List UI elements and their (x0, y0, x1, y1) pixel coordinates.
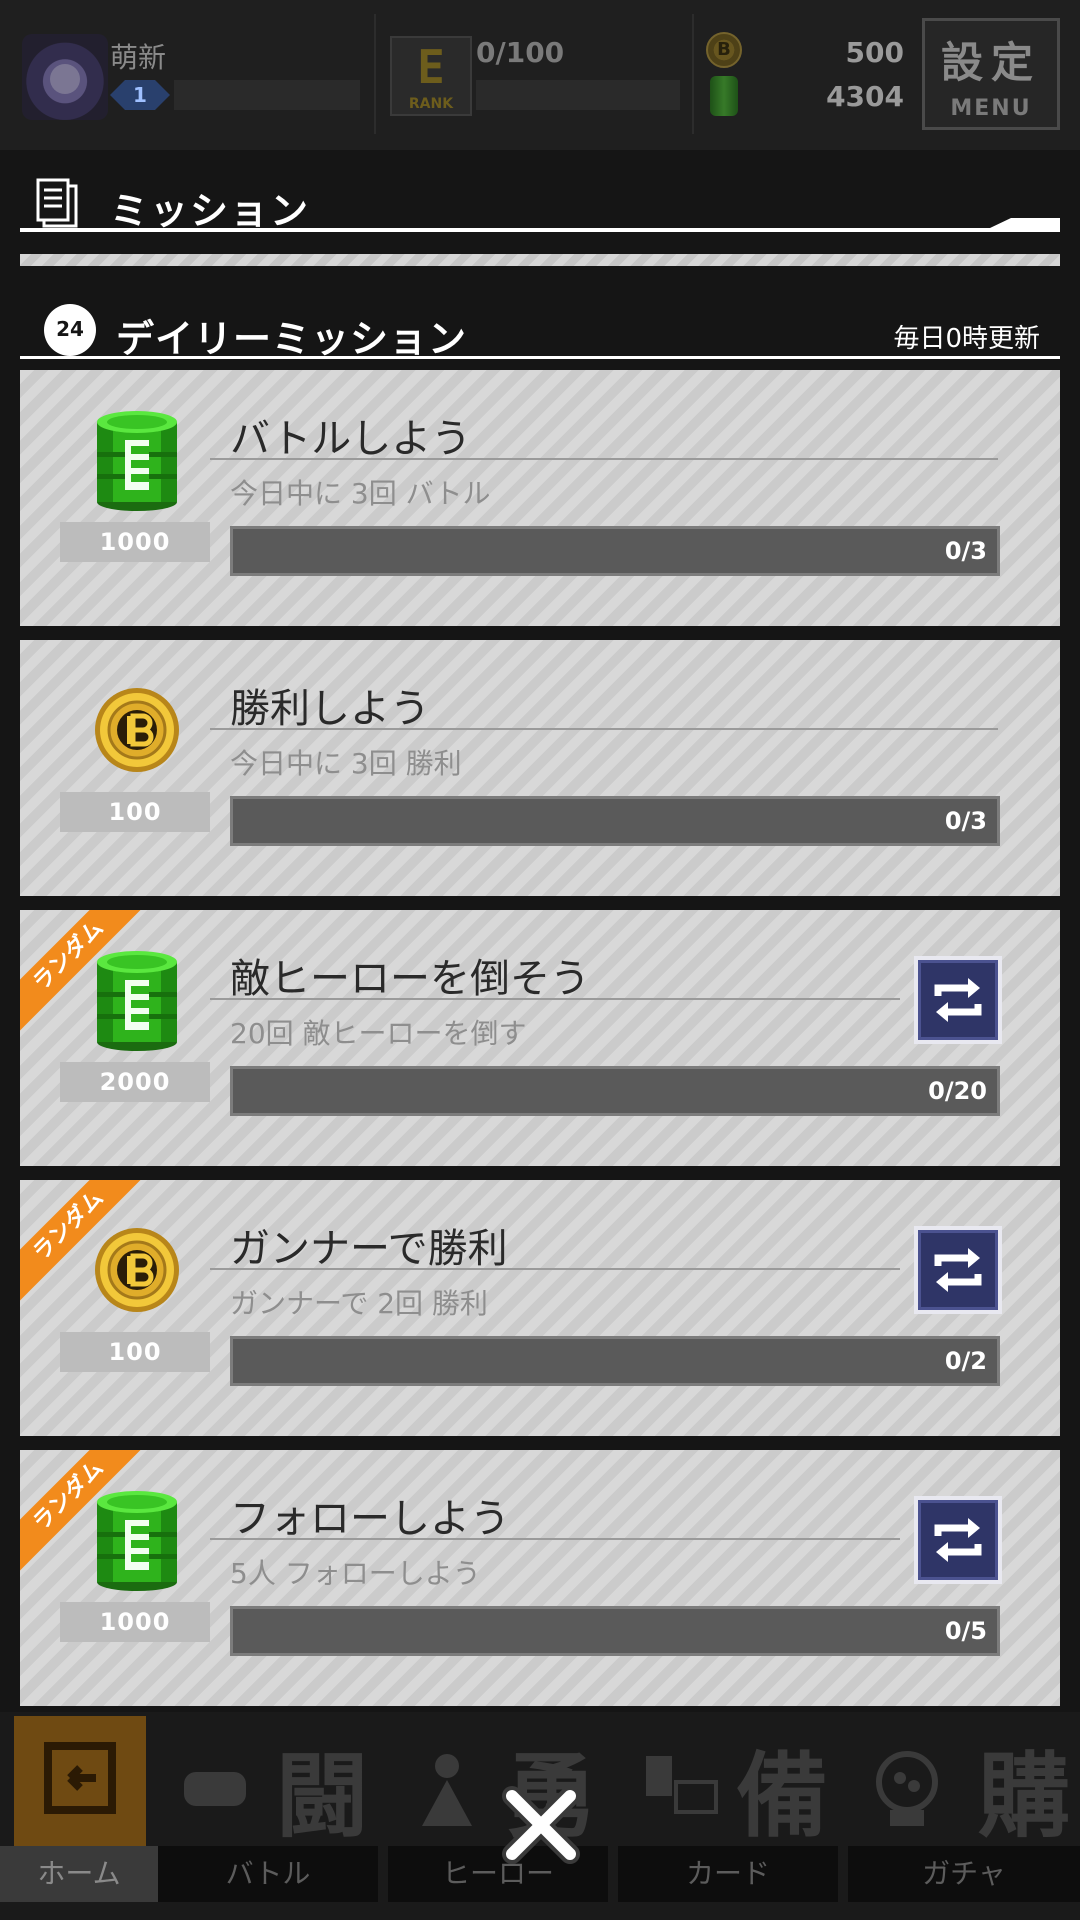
level-badge: 1 (110, 80, 170, 110)
settings-menu-button[interactable]: 設定 MENU (922, 18, 1060, 130)
progress-label: 0/5 (944, 1617, 987, 1645)
menu-kanji: 設定 (940, 38, 1041, 87)
coin-amount: 500 (845, 36, 904, 69)
barrel-icon (94, 1488, 180, 1592)
close-icon[interactable] (496, 1780, 586, 1870)
divider-band (20, 254, 1060, 266)
progress-label: 0/3 (944, 537, 987, 565)
reward-amount: 1000 (60, 522, 210, 562)
refresh-icon (918, 1518, 998, 1584)
rank-progress-text: 0/100 (476, 36, 565, 69)
coin-icon (94, 1218, 180, 1322)
mission-card[interactable]: 100 勝利しよう今日中に 3回 勝利 0/3 (20, 640, 1060, 896)
header-underline (20, 228, 1060, 232)
nav-battle-label: バトル (158, 1846, 378, 1902)
mission-description: 5人 フォローしよう (230, 1557, 481, 1590)
refresh-mission-button[interactable] (914, 956, 1002, 1044)
reward-amount: 1000 (60, 1602, 210, 1642)
mission-title: 勝利しよう (230, 686, 430, 732)
nav-battle[interactable]: 闘 バトル (158, 1712, 378, 1920)
card-icon (646, 1756, 718, 1814)
mission-title: ガンナーで勝利 (230, 1226, 508, 1272)
mission-title: バトルしよう (230, 416, 472, 462)
coin-icon (94, 678, 180, 782)
nav-home[interactable]: ホーム (0, 1712, 158, 1920)
progress-label: 0/20 (928, 1077, 987, 1105)
barrel-amount: 4304 (826, 80, 904, 113)
menu-label: MENU (950, 96, 1032, 121)
mission-progress-bar: 0/20 (230, 1066, 1000, 1116)
gacha-kanji: 購 (977, 1743, 1070, 1850)
nav-gacha[interactable]: 購 ガチャ (848, 1712, 1080, 1920)
daily-mission-header: 24 デイリーミッション 毎日0時更新 (20, 300, 1060, 361)
rank-progress-bar (476, 80, 680, 110)
mission-card[interactable]: ランダム 100 ガンナーで勝利 ガンナーで 2回 勝利 0/2 (20, 1180, 1060, 1436)
daily-mission-title: デイリーミッション (116, 317, 468, 361)
card-kanji: 備 (735, 1743, 828, 1850)
mission-description: 今日中に 3回 バトル (230, 477, 491, 510)
divider (374, 14, 376, 134)
title-divider (210, 458, 998, 460)
coin-icon: B (706, 32, 742, 68)
refresh-icon (918, 1248, 998, 1314)
mission-progress-bar: 0/3 (230, 796, 1000, 846)
progress-label: 0/2 (944, 1347, 987, 1375)
reset-note: 毎日0時更新 (893, 324, 1040, 354)
rank-label: RANK (408, 96, 454, 112)
nav-gacha-label: ガチャ (848, 1846, 1080, 1902)
mission-card[interactable]: ランダム 2000 敵ヒーローを倒そう 20回 敵ヒーローを倒す 0/20 (20, 910, 1060, 1166)
player-avatar[interactable] (22, 34, 108, 120)
mission-description: ガンナーで 2回 勝利 (230, 1287, 488, 1320)
barrel-icon (94, 948, 180, 1052)
mission-title: フォローしよう (230, 1496, 510, 1542)
back-arrow-icon (44, 1742, 116, 1814)
mission-description: 今日中に 3回 勝利 (230, 747, 462, 780)
page-title: ミッション (110, 189, 311, 233)
reward-amount: 100 (60, 792, 210, 832)
nav-card[interactable]: 備 カード (618, 1712, 838, 1920)
mission-card[interactable]: ランダム 1000 フォローしよう 5人 フォローしよう 0/5 (20, 1450, 1060, 1706)
gamepad-icon (184, 1772, 246, 1806)
divider (692, 14, 694, 134)
mission-progress-bar: 0/3 (230, 526, 1000, 576)
reward-amount: 2000 (60, 1062, 210, 1102)
refresh-mission-button[interactable] (914, 1226, 1002, 1314)
rank-icon: E RANK (390, 36, 472, 116)
mission-description: 20回 敵ヒーローを倒す (230, 1017, 527, 1050)
nav-home-label: ホーム (0, 1846, 158, 1902)
refresh-mission-button[interactable] (914, 1496, 1002, 1584)
title-divider (210, 998, 900, 1000)
barrel-icon (94, 408, 180, 512)
gacha-machine-icon (876, 1751, 938, 1826)
title-divider (210, 728, 998, 730)
progress-label: 0/3 (944, 807, 987, 835)
battle-kanji: 闘 (275, 1743, 368, 1850)
document-icon (36, 178, 78, 228)
rank-glyph: E (417, 40, 445, 94)
player-name: 萌新 (110, 41, 167, 74)
title-divider (210, 1538, 900, 1540)
reward-amount: 100 (60, 1332, 210, 1372)
mission-card[interactable]: 1000 バトルしよう今日中に 3回 バトル 0/3 (20, 370, 1060, 626)
mission-title: 敵ヒーローを倒そう (230, 956, 590, 1002)
nav-card-label: カード (618, 1846, 838, 1902)
mission-header: ミッション (20, 176, 1060, 233)
level-value: 1 (133, 83, 147, 107)
title-divider (210, 1268, 900, 1270)
clock-24-icon: 24 (44, 304, 96, 356)
barrel-icon (710, 76, 738, 116)
daily-underline (20, 356, 1060, 359)
mission-progress-bar: 0/2 (230, 1336, 1000, 1386)
refresh-icon (918, 978, 998, 1044)
hero-icon (422, 1754, 472, 1826)
status-bar: 萌新 1 E RANK 0/100 B 500 4304 設定 MENU (0, 0, 1080, 150)
mission-progress-bar: 0/5 (230, 1606, 1000, 1656)
exp-bar (174, 80, 360, 110)
